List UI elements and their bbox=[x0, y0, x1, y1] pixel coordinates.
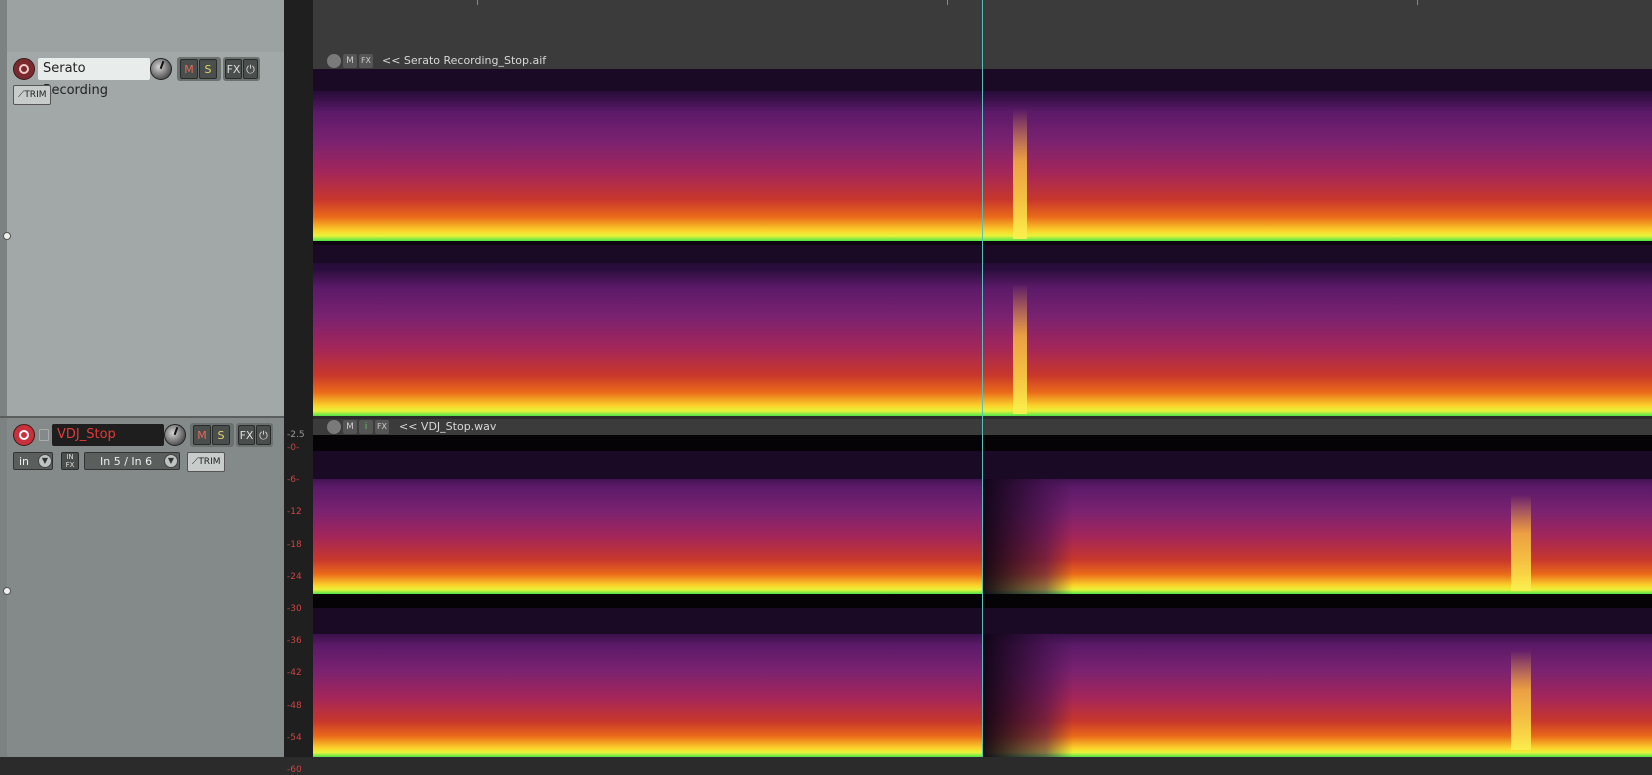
record-monitor-speaker-icon[interactable] bbox=[39, 429, 49, 441]
track1-name-field[interactable]: Serato Recording bbox=[38, 58, 150, 98]
track2-mute-button[interactable]: M bbox=[193, 425, 211, 445]
item1-mute-icon[interactable]: M bbox=[343, 54, 357, 68]
item2-fx-icon[interactable]: FX bbox=[375, 420, 389, 434]
track2-fx-bypass-button[interactable]: ⏻ bbox=[256, 425, 271, 445]
meter-scale-label: -24 bbox=[287, 571, 302, 582]
track1-envelope-dot[interactable] bbox=[3, 232, 11, 240]
track2-volume-knob[interactable] bbox=[164, 424, 186, 446]
item1-filename: << Serato Recording_Stop.aif bbox=[382, 54, 547, 67]
track2-solo-button[interactable]: S bbox=[212, 425, 230, 445]
meter-scale-label: -18 bbox=[287, 539, 302, 550]
track2-trim-button[interactable]: ⟋TRIM bbox=[187, 452, 226, 472]
track1-fx-bypass-button[interactable]: ⏻ bbox=[243, 59, 258, 79]
item1-fx-icon[interactable]: FX bbox=[359, 54, 373, 68]
transient-spike bbox=[1511, 495, 1531, 591]
meter-scale-label: -60 bbox=[287, 765, 302, 775]
track1-trim-label: TRIM bbox=[24, 90, 47, 100]
track2-record-arm-button[interactable] bbox=[13, 424, 35, 446]
track1-trim-button[interactable]: ⟋TRIM bbox=[13, 85, 52, 105]
chevron-down-icon[interactable]: ▼ bbox=[164, 454, 178, 468]
meter-scale-label: -36 bbox=[287, 636, 302, 647]
track2-fx-button[interactable]: FX bbox=[238, 425, 255, 445]
tcp-header-area bbox=[0, 0, 284, 52]
meter-scale-label: -42 bbox=[287, 668, 302, 679]
ruler-tick bbox=[947, 0, 948, 5]
track1-panel[interactable] bbox=[7, 52, 284, 416]
track2-trim-label: TRIM bbox=[198, 457, 221, 467]
item2-mute-icon[interactable]: M bbox=[343, 420, 357, 434]
transient-spike bbox=[1511, 650, 1531, 750]
chevron-down-icon[interactable]: ▼ bbox=[38, 454, 52, 468]
track1-fx-button[interactable]: FX bbox=[225, 59, 242, 79]
meter-scale-label: -2.5 bbox=[287, 430, 305, 440]
meter-scale-label: -0- bbox=[287, 443, 300, 453]
track1-solo-button[interactable]: S bbox=[199, 59, 217, 79]
spectrogram-stop-notch bbox=[983, 634, 1073, 757]
meter-scale-label: -12 bbox=[287, 507, 302, 518]
track-divider[interactable] bbox=[0, 416, 284, 418]
meter-scale-label: -6- bbox=[287, 475, 300, 486]
track1-volume-knob[interactable] bbox=[150, 58, 172, 80]
edit-cursor[interactable] bbox=[982, 0, 983, 757]
meter-scale-label: -48 bbox=[287, 700, 302, 711]
track1-record-arm-button[interactable] bbox=[13, 58, 35, 80]
item2-filename: << VDJ_Stop.wav bbox=[399, 420, 497, 433]
meter-scale-label: -54 bbox=[287, 732, 302, 743]
item-volume-knob-icon[interactable] bbox=[327, 420, 341, 434]
track2-envelope-dot[interactable] bbox=[3, 587, 11, 595]
track2-input-fx-button[interactable]: IN FX bbox=[61, 452, 79, 470]
item-volume-knob-icon[interactable] bbox=[327, 54, 341, 68]
track-folder-strip bbox=[0, 0, 7, 757]
track2-name-field[interactable]: VDJ_Stop bbox=[52, 424, 164, 446]
track2-input-channel-label: In 5 / In 6 bbox=[100, 455, 153, 468]
meter-scale-label: -30 bbox=[287, 604, 302, 614]
transient-spike bbox=[1013, 109, 1027, 239]
track1-mute-button[interactable]: M bbox=[180, 59, 198, 79]
spectrogram-stop-notch bbox=[983, 479, 1073, 594]
transient-spike bbox=[1013, 284, 1027, 414]
ruler-tick bbox=[1417, 0, 1418, 5]
ruler-tick bbox=[477, 0, 478, 5]
item2-info-icon[interactable]: i bbox=[359, 420, 373, 434]
